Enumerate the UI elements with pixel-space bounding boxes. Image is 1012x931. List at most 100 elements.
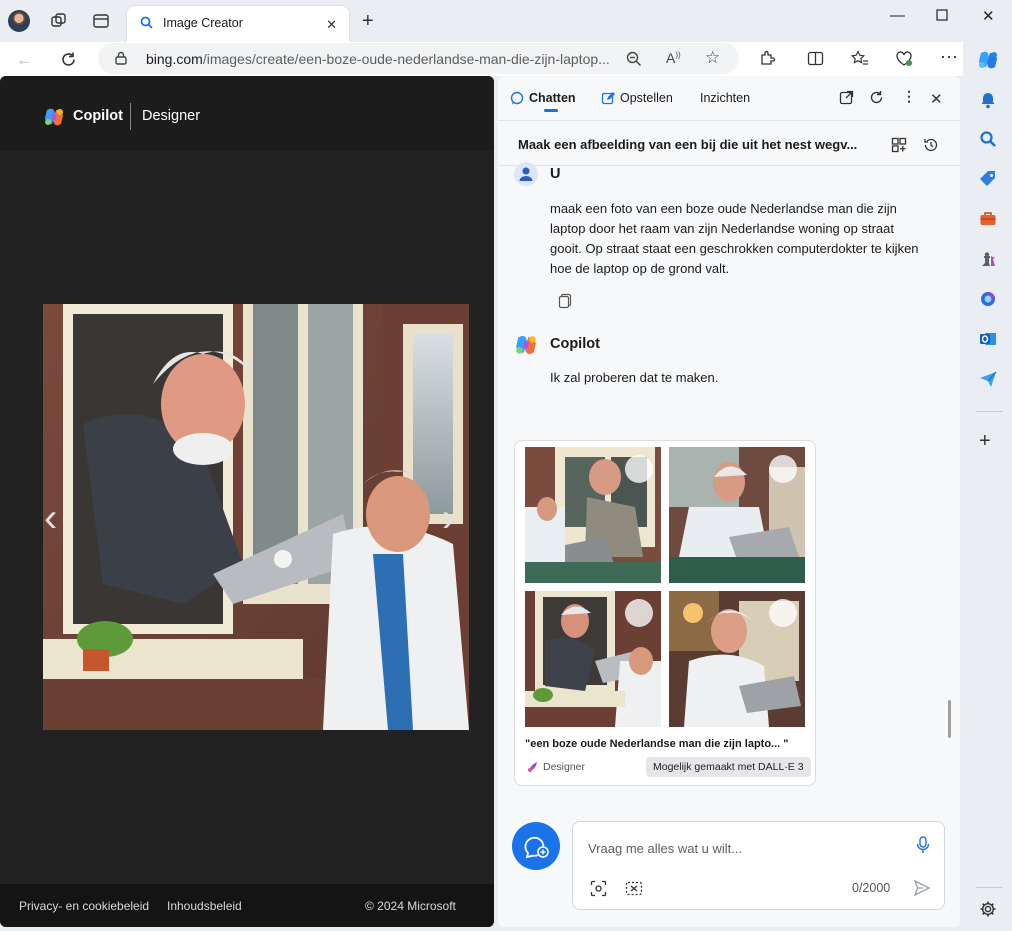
chat-icon [510,91,524,105]
edit-image-icon[interactable] [625,599,653,627]
user-avatar [514,162,538,186]
refresh-chat-icon[interactable] [869,90,884,105]
outlook-icon[interactable] [979,330,997,348]
microphone-icon[interactable] [916,836,930,854]
chess-icon[interactable] [979,250,997,268]
designer-icon [528,762,537,772]
image-results-card: "een boze oude Nederlandse man die zijn … [514,440,816,786]
tag-icon[interactable] [979,170,997,188]
address-bar[interactable]: bing.com/images/create/een-boze-oude-ned… [98,43,739,74]
read-aloud-icon[interactable]: A)) [666,50,681,66]
generated-image[interactable] [43,304,469,730]
designer-header: Copilot Designer [0,76,494,151]
refresh-icon[interactable] [60,51,77,68]
zoom-icon[interactable] [626,51,642,67]
next-image-icon[interactable]: › [442,496,455,541]
scrollbar[interactable] [948,700,951,738]
image-thumbnail-3[interactable] [525,591,661,727]
dalle-attribution: Mogelijk gemaakt met DALL·E 3 [646,757,811,777]
sidebar-tabs: Chatten Opstellen Inzichten ⋮ ✕ [498,76,960,121]
tab-opstellen[interactable]: Opstellen [601,91,673,105]
close-tab-icon[interactable]: ✕ [326,17,337,33]
tab-image-creator[interactable]: Image Creator ✕ [127,6,349,42]
plus-icon[interactable]: + [979,431,997,451]
send-icon[interactable] [913,879,931,897]
privacy-link[interactable]: Privacy- en cookiebeleid [19,899,149,913]
search-icon[interactable] [979,130,997,148]
back-icon[interactable]: ← [16,50,33,70]
copilot-logo-icon [45,108,63,126]
assistant-name: Copilot [550,336,600,352]
edit-image-icon[interactable] [769,455,797,483]
designer-footer: Privacy- en cookiebeleid Inhoudsbeleid ©… [0,884,494,927]
user-icon [519,167,533,181]
copyright-text: © 2024 Microsoft [365,899,456,913]
conversation-title[interactable]: Maak een afbeelding van een bij die uit … [518,137,857,152]
image-thumbnail-2[interactable] [669,447,805,583]
compose-icon [601,92,615,105]
tab-inzichten[interactable]: Inzichten [700,91,750,105]
designer-panel: Copilot Designer ‹ › Privacy- en cookieb… [0,76,494,927]
rail-divider [976,411,1003,412]
chat-input[interactable]: Vraag me alles wat u wilt... 0/2000 [572,821,945,910]
character-counter: 0/2000 [852,881,891,895]
title-bar: Image Creator ✕ + — ✕ [0,0,1012,42]
more-menu-icon[interactable]: ⋮ [902,88,916,105]
health-icon[interactable] [895,50,913,67]
image-thumbnail-1[interactable] [525,447,661,583]
edge-sidebar-rail: + [963,42,1012,931]
tab-chatten[interactable]: Chatten [510,91,576,105]
favorite-star-icon[interactable]: ☆ [705,48,720,68]
extensions-icon[interactable] [759,50,776,67]
favorites-icon[interactable] [851,50,869,67]
new-topic-button[interactable] [512,822,560,870]
close-window-icon[interactable]: ✕ [982,7,995,25]
user-message: maak een foto van een boze oude Nederlan… [550,201,919,276]
content-policy-link[interactable]: Inhoudsbeleid [167,899,242,913]
more-options-icon[interactable]: ··· [940,46,958,67]
copilot-icon [516,335,536,355]
active-tab-indicator [544,109,558,112]
image-caption[interactable]: "een boze oude Nederlandse man die zijn … [525,738,788,750]
designer-source[interactable]: Designer [543,761,585,773]
split-screen-icon[interactable] [807,50,824,67]
edit-image-icon[interactable] [769,599,797,627]
copy-icon[interactable] [558,293,572,309]
new-tab-icon[interactable]: + [362,11,374,31]
plugins-icon[interactable] [891,137,907,153]
copilot-icon[interactable] [977,49,999,71]
previous-image-icon[interactable]: ‹ [44,496,57,541]
user-name: U [550,166,561,182]
open-in-new-icon[interactable] [839,90,854,105]
copilot-sidebar: Chatten Opstellen Inzichten ⋮ ✕ Maak een… [498,76,960,927]
visual-search-icon[interactable] [590,880,607,897]
url-text: bing.com/images/create/een-boze-oude-ned… [146,51,610,67]
screenshot-icon[interactable] [625,880,643,897]
brand-copilot[interactable]: Copilot [73,108,123,124]
edit-image-icon[interactable] [625,455,653,483]
bell-icon[interactable] [979,91,997,109]
tab-actions-icon[interactable] [92,12,110,30]
minimize-icon[interactable]: — [890,7,905,24]
image-thumbnail-4[interactable] [669,591,805,727]
assistant-message: Ik zal proberen dat te maken. [550,370,719,385]
search-icon [140,16,153,29]
history-icon[interactable] [923,137,939,153]
conversation-header: Maak een afbeelding van een bij die uit … [498,122,960,166]
settings-icon[interactable] [979,900,997,918]
workspaces-icon[interactable] [50,12,68,30]
navigation-bar: ← bing.com/images/create/een-boze-oude-n… [0,42,1012,76]
briefcase-icon[interactable] [979,210,997,228]
brand-designer[interactable]: Designer [142,108,200,124]
maximize-icon[interactable] [936,9,948,21]
tab-title: Image Creator [163,16,243,30]
brand-divider [130,103,131,130]
m365-icon[interactable] [979,290,997,308]
send-icon[interactable] [979,370,997,388]
rail-divider [976,887,1003,888]
chat-input-placeholder[interactable]: Vraag me alles wat u wilt... [588,841,742,856]
profile-avatar[interactable] [8,10,30,32]
lock-icon[interactable] [115,51,127,65]
close-sidebar-icon[interactable]: ✕ [930,90,943,108]
new-topic-icon [524,836,549,859]
